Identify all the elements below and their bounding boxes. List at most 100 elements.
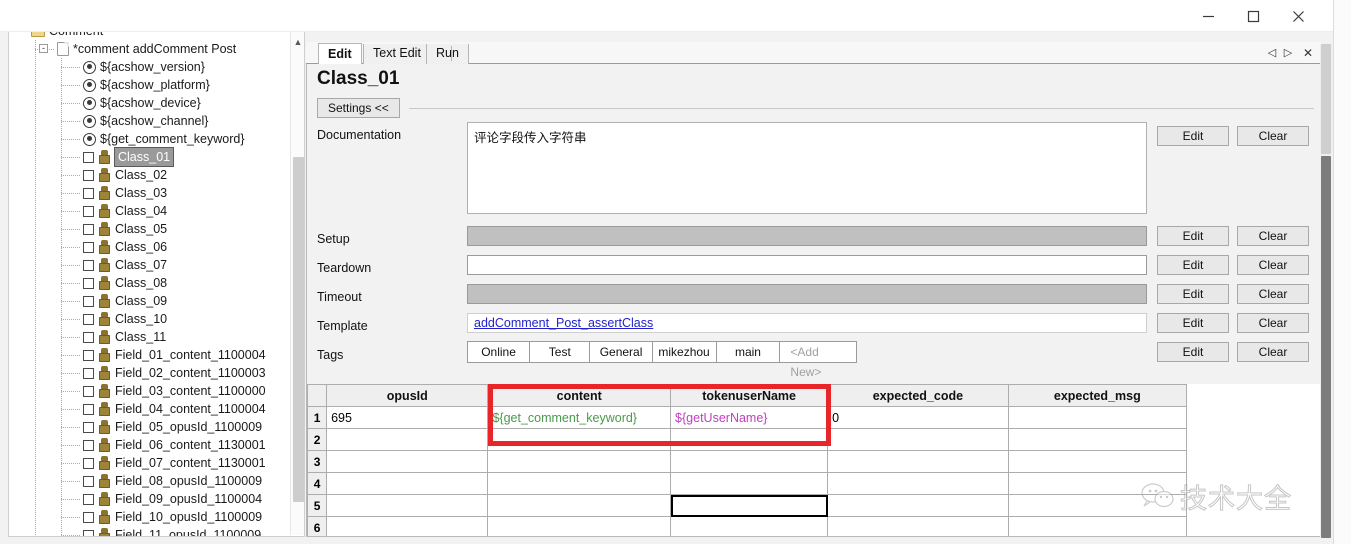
table-cell-opusid[interactable]: 695	[326, 406, 489, 429]
column-header-tokenusername[interactable]: tokenuserName	[670, 384, 829, 407]
tags-clear-button[interactable]: Clear	[1237, 342, 1309, 362]
column-header-expected-msg[interactable]: expected_msg	[1007, 384, 1188, 407]
tree-item-field_10_opusid_1100009[interactable]: Field_10_opusId_1100009	[9, 508, 292, 526]
tree-item-checkbox[interactable]	[83, 385, 94, 397]
table-cell-content[interactable]	[487, 450, 672, 473]
tree-item-checkbox[interactable]	[83, 187, 94, 199]
table-cell-tokenusername[interactable]	[670, 516, 829, 536]
table-row[interactable]: 3	[307, 450, 1188, 473]
tree-item-field_08_opusid_1100009[interactable]: Field_08_opusId_1100009	[9, 472, 292, 490]
tree-item-acshow_platform[interactable]: ${acshow_platform}	[9, 76, 292, 94]
tree-item-class_09[interactable]: Class_09	[9, 292, 292, 310]
table-cell-tokenusername[interactable]	[670, 472, 829, 495]
row-number-cell[interactable]: 5	[307, 494, 328, 517]
table-cell-expected_code[interactable]	[827, 516, 1009, 536]
table-cell-opusid[interactable]	[326, 428, 489, 451]
tree-item-acshow_device[interactable]: ${acshow_device}	[9, 94, 292, 112]
column-header-content[interactable]: content	[487, 384, 672, 407]
tree-item-checkbox[interactable]	[83, 205, 94, 217]
table-cell-tokenusername[interactable]	[670, 494, 829, 517]
tree-item-field_04_content_1100004[interactable]: Field_04_content_1100004	[9, 400, 292, 418]
template-clear-button[interactable]: Clear	[1237, 313, 1309, 333]
tree-item-checkbox[interactable]	[83, 475, 94, 487]
table-cell-opusid[interactable]	[326, 494, 489, 517]
tree-item-class_11[interactable]: Class_11	[9, 328, 292, 346]
template-input[interactable]: addComment_Post_assertClass	[467, 313, 1147, 333]
tree-item-class_10[interactable]: Class_10	[9, 310, 292, 328]
tree-item-field_07_content_1130001[interactable]: Field_07_content_1130001	[9, 454, 292, 472]
tree-item-checkbox[interactable]	[83, 421, 94, 433]
maximize-button[interactable]	[1231, 0, 1276, 32]
tree-item-checkbox[interactable]	[83, 277, 94, 289]
tree-item-class_06[interactable]: Class_06	[9, 238, 292, 256]
tab-close-icon[interactable]: ✕	[1301, 45, 1315, 60]
tree-item-field_03_content_1100000[interactable]: Field_03_content_1100000	[9, 382, 292, 400]
test-data-table[interactable]: opusId content tokenuserName expected_co…	[307, 384, 1188, 536]
table-row[interactable]: 4	[307, 472, 1188, 495]
tree-item-checkbox[interactable]	[83, 457, 94, 469]
timeout-input[interactable]	[467, 284, 1147, 304]
project-tree-panel[interactable]: Comment- *comment addComment Post ${acshow…	[8, 32, 305, 537]
row-number-cell[interactable]: 4	[307, 472, 328, 495]
tag-addnew[interactable]: <Add New>	[780, 342, 856, 379]
table-cell-tokenusername[interactable]	[670, 428, 829, 451]
tag-online[interactable]: Online	[468, 342, 531, 362]
table-row[interactable]: 5	[307, 494, 1188, 517]
tree-item-checkbox[interactable]	[83, 511, 94, 523]
tree-item-field_05_opusid_1100009[interactable]: Field_05_opusId_1100009	[9, 418, 292, 436]
table-cell-tokenusername[interactable]: ${getUserName}	[670, 406, 829, 429]
tree-item-class_02[interactable]: Class_02	[9, 166, 292, 184]
table-cell-content[interactable]	[487, 516, 672, 536]
tree-item-checkbox[interactable]	[83, 313, 94, 325]
table-cell-expected_msg[interactable]	[1007, 406, 1188, 429]
table-cell-expected_code[interactable]	[827, 450, 1009, 473]
tag-general[interactable]: General	[590, 342, 653, 362]
row-number-cell[interactable]: 2	[307, 428, 328, 451]
documentation-edit-button[interactable]: Edit	[1157, 126, 1229, 146]
tree-item-checkbox[interactable]	[83, 241, 94, 253]
tag-test[interactable]: Test	[530, 342, 591, 362]
table-cell-expected_code[interactable]	[827, 472, 1009, 495]
tree-vertical-scrollbar[interactable]: ▲	[290, 32, 304, 535]
tree-item-checkbox[interactable]	[83, 529, 94, 536]
tree-item-class_04[interactable]: Class_04	[9, 202, 292, 220]
tree-item-checkbox[interactable]	[83, 223, 94, 235]
tree-item-class_07[interactable]: Class_07	[9, 256, 292, 274]
teardown-edit-button[interactable]: Edit	[1157, 255, 1229, 275]
close-button[interactable]	[1276, 0, 1321, 32]
settings-toggle-button[interactable]: Settings <<	[317, 98, 400, 118]
column-header-opusid[interactable]: opusId	[326, 384, 489, 407]
tree-item-checkbox[interactable]	[83, 169, 94, 181]
table-cell-expected_code[interactable]	[827, 494, 1009, 517]
teardown-clear-button[interactable]: Clear	[1237, 255, 1309, 275]
template-edit-button[interactable]: Edit	[1157, 313, 1229, 333]
table-cell-expected_code[interactable]	[827, 428, 1009, 451]
tree-item-field_11_opusid_1100009[interactable]: Field_11_opusId_1100009	[9, 526, 292, 536]
tree-item-commentaddcommentpost[interactable]: - *comment addComment Post	[9, 40, 292, 58]
scroll-up-icon[interactable]: ▲	[291, 34, 304, 50]
documentation-textarea[interactable]: 评论字段传入字符串	[467, 122, 1147, 214]
tree-expander-icon[interactable]: -	[39, 44, 48, 53]
setup-edit-button[interactable]: Edit	[1157, 226, 1229, 246]
tree-item-comment[interactable]: Comment	[9, 32, 292, 40]
tree-item-field_01_content_1100004[interactable]: Field_01_content_1100004	[9, 346, 292, 364]
timeout-edit-button[interactable]: Edit	[1157, 284, 1229, 304]
table-cell-opusid[interactable]	[326, 450, 489, 473]
minimize-button[interactable]	[1186, 0, 1231, 32]
setup-input[interactable]	[467, 226, 1147, 246]
table-cell-opusid[interactable]	[326, 516, 489, 536]
tag-main[interactable]: main	[717, 342, 781, 362]
tab-text-edit[interactable]: Text Edit	[363, 44, 431, 64]
tree-item-acshow_channel[interactable]: ${acshow_channel}	[9, 112, 292, 130]
window-vertical-scrollbar[interactable]	[1320, 44, 1332, 538]
tab-scroll-left-icon[interactable]: ◁	[1265, 45, 1279, 60]
teardown-input[interactable]	[467, 255, 1147, 275]
tree-item-checkbox[interactable]	[83, 295, 94, 307]
tree-item-checkbox[interactable]	[83, 493, 94, 505]
row-number-cell[interactable]: 6	[307, 516, 328, 536]
tree-item-field_06_content_1130001[interactable]: Field_06_content_1130001	[9, 436, 292, 454]
row-number-cell[interactable]: 3	[307, 450, 328, 473]
tab-scroll-right-icon[interactable]: ▷	[1281, 45, 1295, 60]
tags-edit-button[interactable]: Edit	[1157, 342, 1229, 362]
tags-list[interactable]: Online Test General mikezhou main <Add New>	[467, 341, 857, 379]
